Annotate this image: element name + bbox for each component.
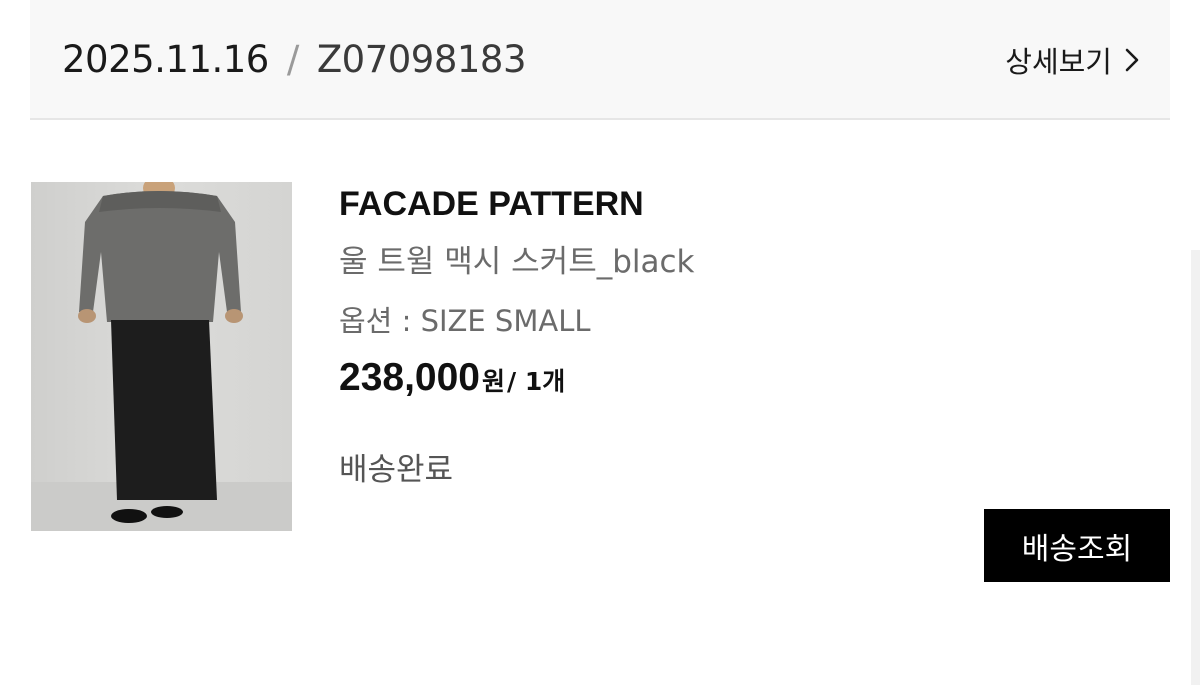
price-unit: 원 — [481, 367, 505, 396]
product-image[interactable] — [31, 182, 292, 531]
order-date: 2025.11.16 — [62, 38, 269, 81]
order-meta: 2025.11.16 / Z07098183 — [62, 38, 527, 82]
product-price: 238,000 — [339, 356, 480, 399]
delivery-status: 배송완료 — [339, 452, 454, 488]
order-header: 2025.11.16 / Z07098183 상세보기 — [30, 0, 1170, 120]
product-quantity: / 1개 — [507, 367, 566, 396]
order-detail-link[interactable]: 상세보기 — [1005, 40, 1140, 80]
product-image-illustration — [31, 182, 292, 531]
product-name[interactable]: 울 트윌 맥시 스커트_black — [339, 242, 695, 282]
detail-link-label: 상세보기 — [1005, 45, 1112, 79]
order-number: Z07098183 — [316, 38, 527, 81]
track-delivery-button[interactable]: 배송조회 — [984, 509, 1170, 582]
chevron-right-icon — [1124, 46, 1140, 74]
price-line: 238,000 원 / 1개 — [339, 356, 565, 402]
product-option: 옵션 : SIZE SMALL — [339, 304, 591, 338]
order-separator: / — [286, 38, 299, 81]
scroll-edge — [1191, 250, 1200, 685]
product-brand[interactable]: FACADE PATTERN — [339, 184, 644, 224]
